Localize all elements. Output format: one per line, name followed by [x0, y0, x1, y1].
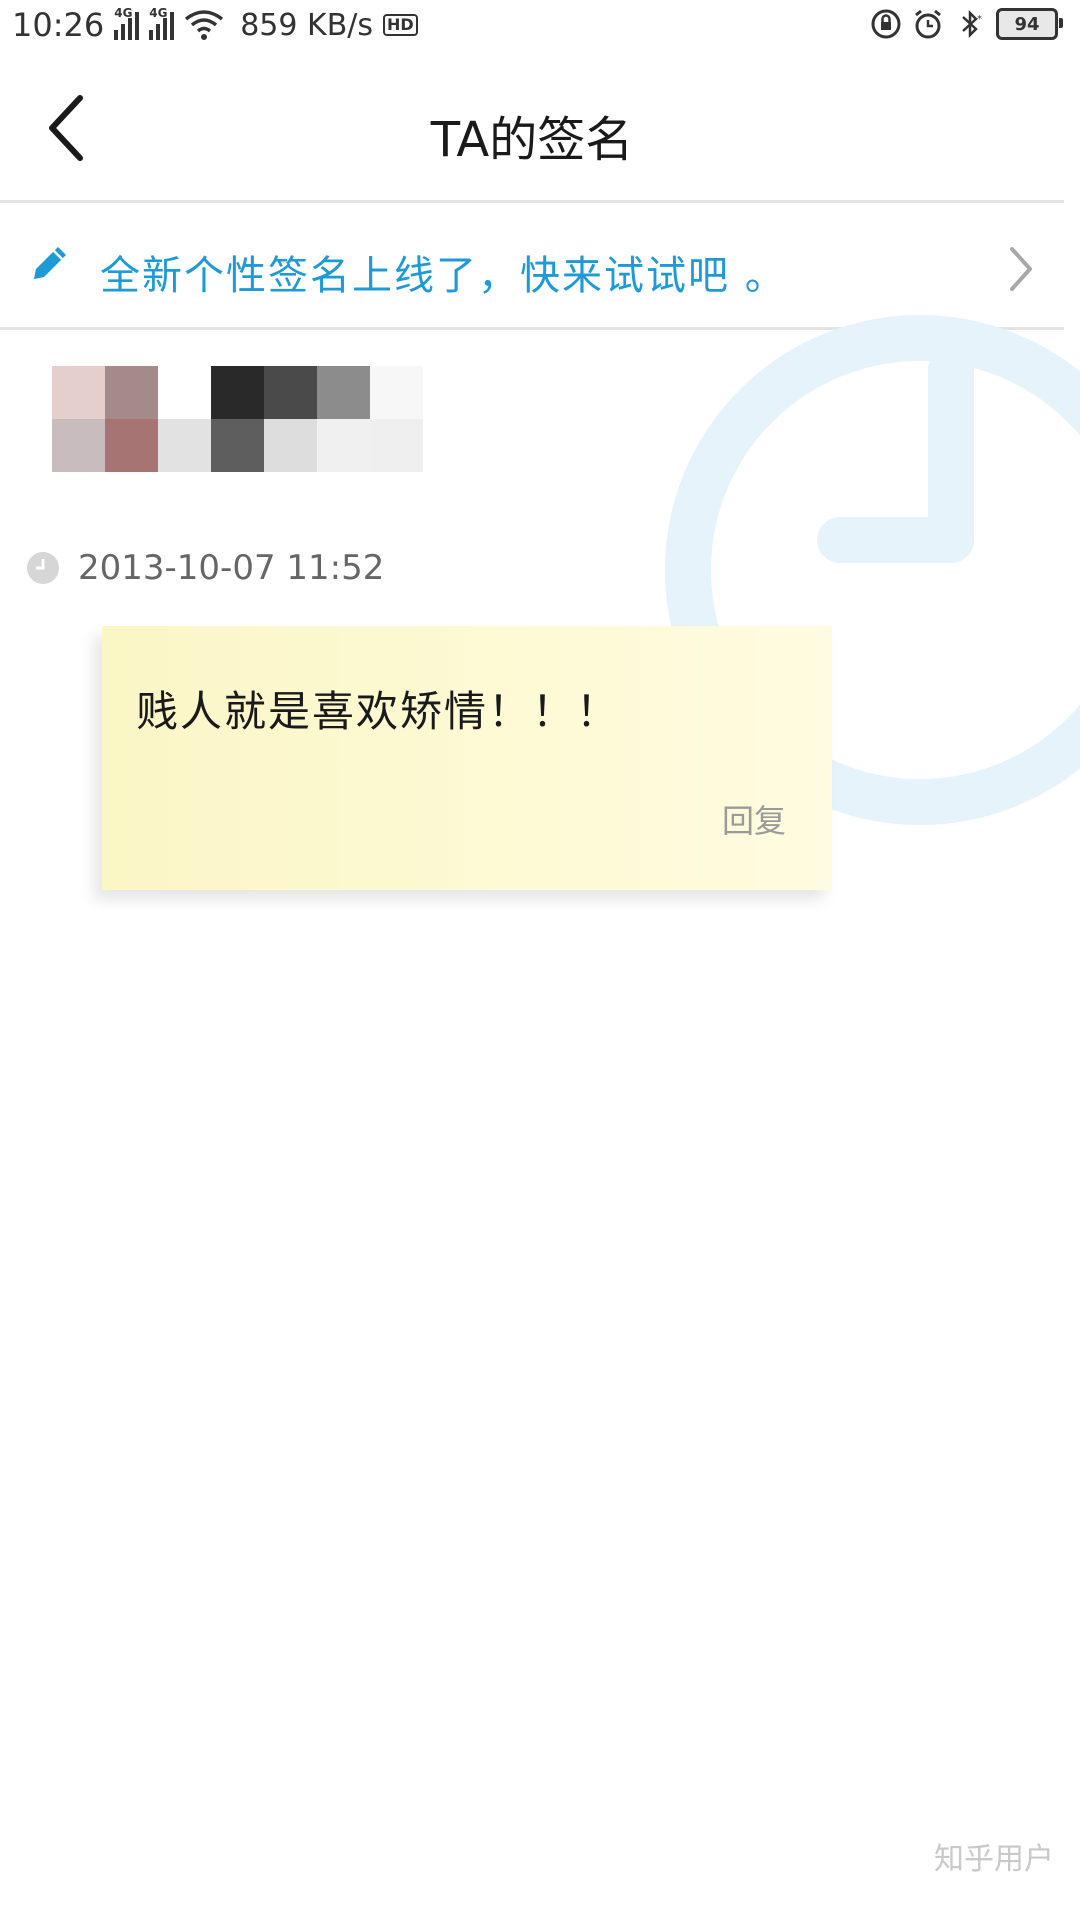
clock-icon [27, 552, 59, 584]
bluetooth-icon: * [962, 9, 982, 39]
network-type-label: 4G [114, 6, 133, 20]
hd-icon: HD [383, 14, 418, 36]
status-time: 10:26 [12, 6, 105, 44]
status-left: 10:26 4G 4G 859 KB/s HD [12, 6, 418, 44]
reply-button[interactable]: 回复 [722, 796, 786, 842]
signature-note-card: 贱人就是喜欢矫情！！！ 回复 [102, 626, 832, 890]
svg-text:*: * [977, 14, 982, 25]
network-speed: 859 KB/s [240, 7, 374, 43]
promo-text: 全新个性签名上线了，快来试试吧 。 [100, 253, 787, 299]
timestamp-row: 2013-10-07 11:52 [26, 548, 384, 588]
status-right: * 94 [870, 8, 1063, 40]
signature-timestamp: 2013-10-07 11:52 [78, 548, 385, 588]
alarm-icon [915, 9, 941, 39]
battery-level: 94 [1014, 13, 1040, 35]
page-title: TA的签名 [430, 112, 634, 168]
chevron-right-icon [1010, 247, 1032, 291]
wifi-icon [185, 10, 224, 40]
blurred-avatar [52, 366, 426, 472]
signature-page: 10:26 4G 4G 859 KB/s HD * 94 TA的签名 全新个性签… [0, 0, 1080, 1920]
watermark: 知乎用户 [934, 1842, 1054, 1877]
signature-text: 贱人就是喜欢矫情！！！ [136, 687, 621, 736]
signal-icon-2: 4G [149, 6, 175, 40]
battery-icon: 94 [996, 8, 1063, 40]
lock-rotation-icon [871, 9, 901, 39]
header: TA的签名 [0, 56, 1064, 203]
network-type-label-2: 4G [149, 6, 168, 20]
status-bar: 10:26 4G 4G 859 KB/s HD * 94 [0, 0, 1080, 56]
promo-banner[interactable]: 全新个性签名上线了，快来试试吧 。 [0, 203, 1064, 330]
signal-icon: 4G [114, 6, 140, 40]
pencil-icon [34, 247, 66, 279]
